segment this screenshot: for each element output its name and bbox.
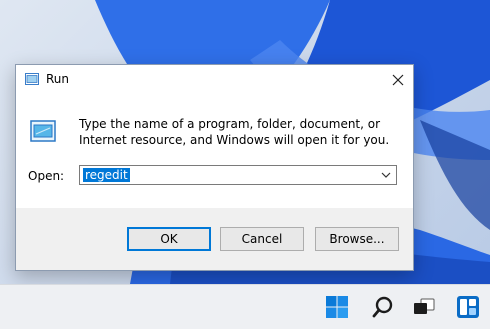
start-icon[interactable] (325, 295, 349, 319)
open-input[interactable]: regedit (83, 168, 130, 182)
ok-button[interactable]: OK (127, 227, 211, 251)
title-bar: Run (16, 65, 413, 95)
search-icon[interactable] (371, 295, 395, 319)
widgets-icon[interactable] (456, 295, 480, 319)
taskbar (0, 284, 490, 329)
chevron-down-icon[interactable] (381, 171, 391, 179)
run-icon (25, 73, 39, 85)
dialog-content: Type the name of a program, folder, docu… (16, 95, 413, 208)
close-button[interactable] (383, 65, 413, 95)
run-icon (30, 120, 56, 142)
open-combobox[interactable]: regedit (79, 165, 397, 185)
open-label: Open: (28, 169, 65, 183)
cancel-button[interactable]: Cancel (220, 227, 304, 251)
dialog-title: Run (46, 72, 70, 86)
close-icon (392, 74, 404, 86)
run-dialog: Run Type the name of a program, folder, … (15, 64, 414, 271)
browse-button[interactable]: Browse... (315, 227, 399, 251)
description-text: Type the name of a program, folder, docu… (79, 117, 390, 147)
task-view-icon[interactable] (412, 295, 436, 319)
